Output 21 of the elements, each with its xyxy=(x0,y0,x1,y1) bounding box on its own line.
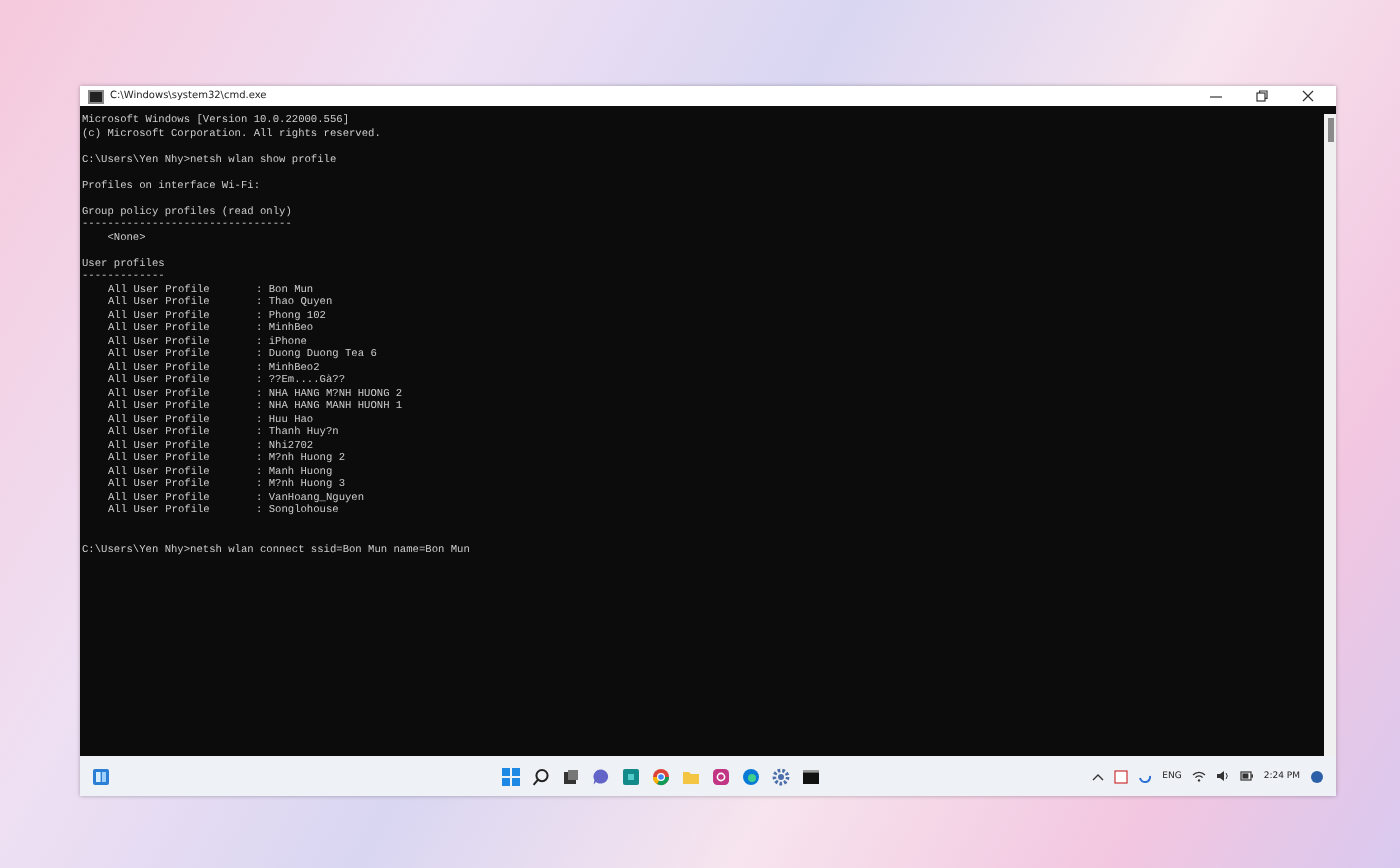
console-icon xyxy=(88,89,104,103)
widgets-icon[interactable] xyxy=(92,767,110,785)
browser-icon[interactable] xyxy=(652,767,671,785)
minimize-icon[interactable] xyxy=(1210,91,1222,101)
restore-icon[interactable] xyxy=(1256,90,1268,102)
chat-icon[interactable] xyxy=(592,767,611,785)
gear-icon[interactable] xyxy=(772,767,791,785)
chevron-up-icon[interactable] xyxy=(1092,771,1105,781)
task-view-icon[interactable] xyxy=(562,767,581,785)
camera-app-icon[interactable] xyxy=(712,767,731,785)
start-icon[interactable] xyxy=(502,767,521,785)
app-icon[interactable] xyxy=(622,767,641,785)
speaker-icon[interactable] xyxy=(1215,770,1230,782)
terminal-icon[interactable] xyxy=(802,767,821,785)
scrollbar[interactable] xyxy=(1324,114,1336,756)
search-icon[interactable] xyxy=(532,767,551,785)
wifi-icon[interactable] xyxy=(1191,770,1206,782)
close-icon[interactable] xyxy=(1302,90,1314,102)
browser-icon[interactable] xyxy=(742,767,761,785)
battery-icon[interactable] xyxy=(1239,770,1254,782)
notification-icon[interactable] xyxy=(1310,769,1324,783)
